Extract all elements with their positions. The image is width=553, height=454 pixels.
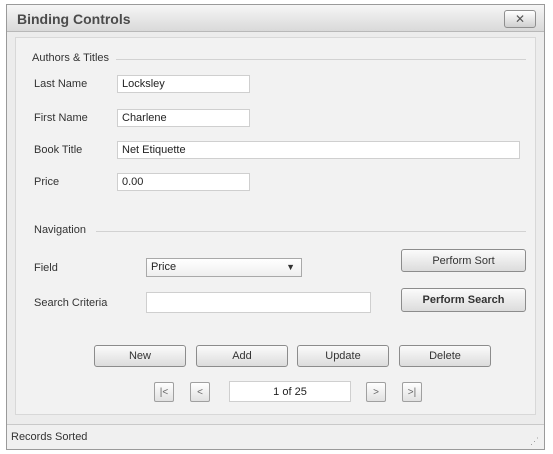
last-record-button[interactable]: >| [402,382,422,402]
last-name-label: Last Name [34,78,88,90]
delete-button[interactable]: Delete [399,345,491,367]
binding-controls-window: Binding Controls ✕ Authors & Titles Last… [6,4,545,450]
authors-section-heading: Authors & Titles [32,52,110,64]
price-label: Price [34,176,60,188]
field-label: Field [34,262,58,274]
search-criteria-label: Search Criteria [34,297,108,309]
navigation-section-heading: Navigation [34,224,86,236]
first-record-button[interactable]: |< [154,382,174,402]
perform-search-button[interactable]: Perform Search [401,288,526,312]
record-position: 1 of 25 [229,381,351,402]
title-bar: Binding Controls ✕ [7,5,544,32]
status-text: Records Sorted [11,431,88,443]
form-content: Authors & Titles Last Name Locksley Firs… [15,37,536,415]
update-button[interactable]: Update [297,345,389,367]
add-button[interactable]: Add [196,345,288,367]
last-name-field[interactable]: Locksley [117,75,250,93]
chevron-down-icon[interactable]: ▼ [286,262,295,272]
field-select[interactable]: Price ▼ [146,258,302,277]
book-title-label: Book Title [34,144,83,156]
first-name-field[interactable]: Charlene [117,109,250,127]
resize-grip-icon[interactable]: ⋰ [530,436,540,446]
authors-divider [116,59,526,60]
book-title-field[interactable]: Net Etiquette [117,141,520,159]
window-title: Binding Controls [17,11,131,27]
new-button[interactable]: New [94,345,186,367]
search-criteria-field[interactable] [146,292,371,313]
first-name-label: First Name [34,112,88,124]
next-record-button[interactable]: > [366,382,386,402]
close-icon[interactable]: ✕ [504,10,536,28]
perform-sort-button[interactable]: Perform Sort [401,249,526,272]
navigation-divider [96,231,526,232]
previous-record-button[interactable]: < [190,382,210,402]
price-field[interactable]: 0.00 [117,173,250,191]
field-select-value: Price [151,261,177,273]
status-bar: Records Sorted ⋰ [7,424,544,449]
